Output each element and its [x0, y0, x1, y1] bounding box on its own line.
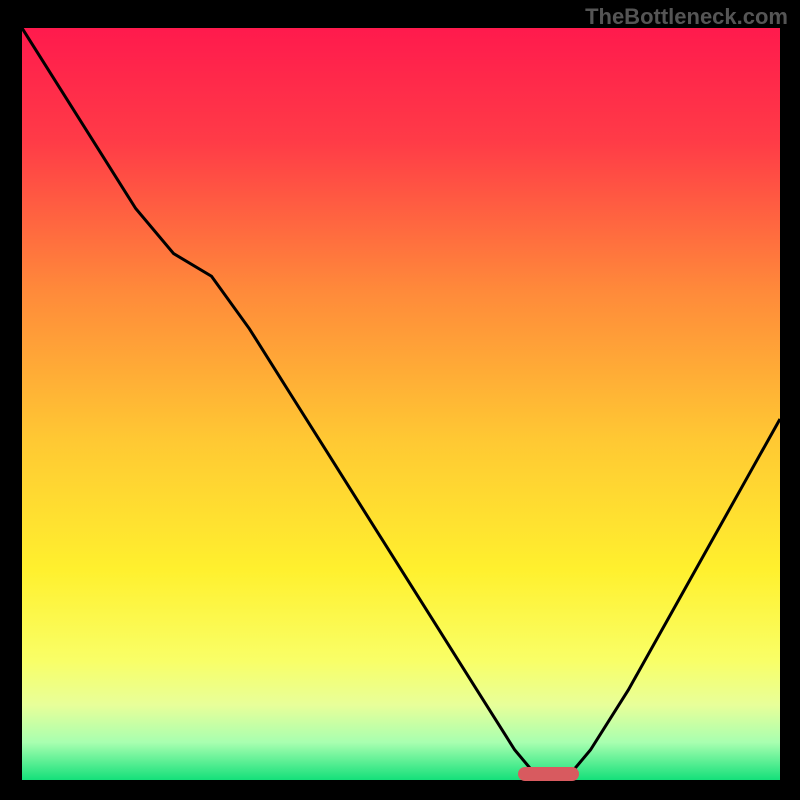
chart-container: TheBottleneck.com	[0, 0, 800, 800]
watermark-text: TheBottleneck.com	[585, 4, 788, 30]
optimal-marker	[518, 767, 579, 781]
plot-area	[22, 28, 780, 780]
bottleneck-curve	[22, 28, 780, 780]
